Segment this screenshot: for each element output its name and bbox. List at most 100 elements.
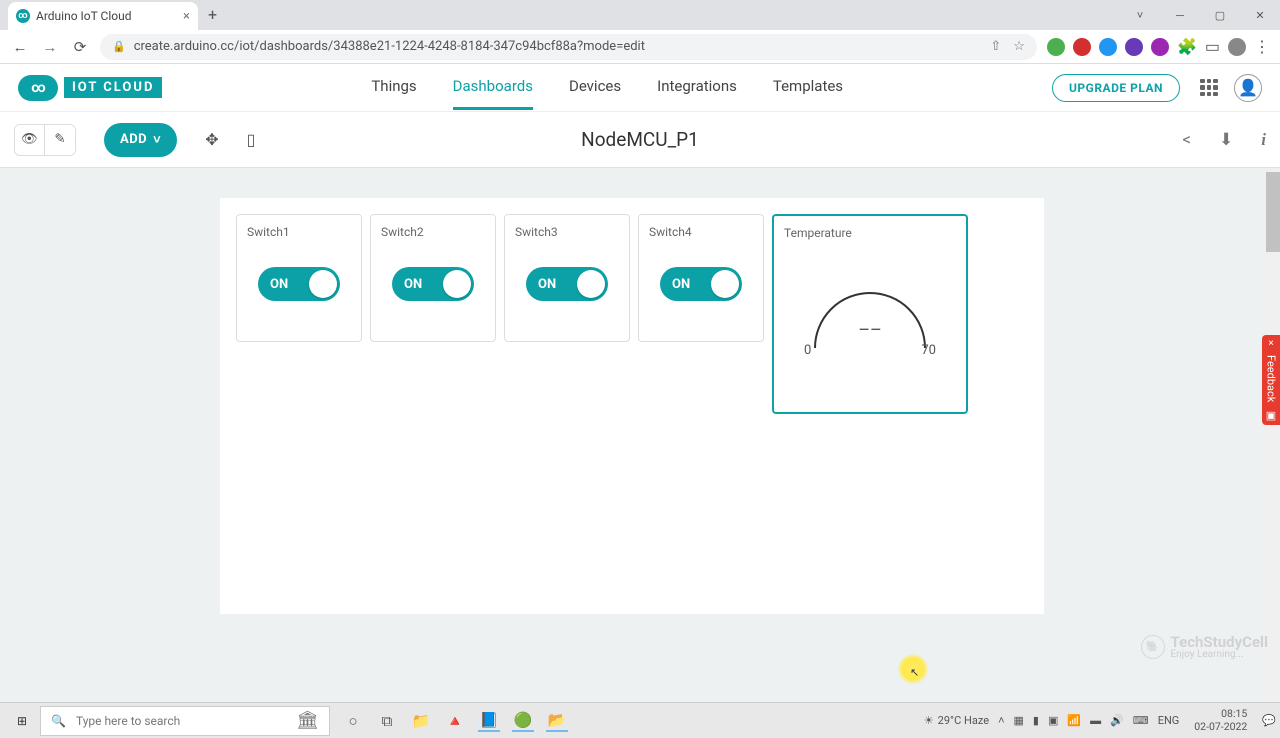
wifi-icon[interactable]: 📶 xyxy=(1067,714,1081,727)
share-icon[interactable]: ⇧ xyxy=(990,39,1001,54)
app-logo[interactable]: ∞ IOT CLOUD xyxy=(18,75,162,101)
weather-widget[interactable]: ☀ 29°C Haze xyxy=(924,714,989,727)
battery-icon[interactable]: ▬ xyxy=(1090,714,1101,727)
view-mode-button[interactable]: 👁 xyxy=(15,125,45,155)
switch-widget[interactable]: Switch4 ON xyxy=(638,214,764,342)
view-mode-toggle: 👁 ✎ xyxy=(14,124,76,156)
reload-button[interactable]: ⟳ xyxy=(70,38,90,56)
add-widget-button[interactable]: ADD ˅ xyxy=(104,123,177,157)
nav-devices[interactable]: Devices xyxy=(569,77,621,110)
browser-tab-strip: ∞ Arduino IoT Cloud × + ˅ ─ ▢ ✕ xyxy=(0,0,1280,30)
tray-icon[interactable]: ▮ xyxy=(1033,714,1039,727)
taskbar-search[interactable]: 🔍 Type here to search 🏛 xyxy=(40,706,330,736)
info-icon[interactable]: i xyxy=(1261,130,1266,150)
extension-icon[interactable] xyxy=(1099,38,1117,56)
nav-templates[interactable]: Templates xyxy=(773,77,843,110)
device-icon[interactable]: ▯ xyxy=(247,130,256,149)
toggle-switch[interactable]: ON xyxy=(526,267,608,301)
widgets-container: Switch1 ON Switch2 ON Switch3 ON Switch4… xyxy=(220,198,1044,614)
temperature-widget[interactable]: Temperature –– 0 70 xyxy=(772,214,968,414)
widget-title: Switch3 xyxy=(515,225,619,239)
nav-dashboards[interactable]: Dashboards xyxy=(453,77,533,110)
extension-icon[interactable] xyxy=(1073,38,1091,56)
volume-icon[interactable]: 🔊 xyxy=(1110,714,1124,727)
feedback-tab[interactable]: Feedback xyxy=(1262,335,1280,425)
switch-widget[interactable]: Switch1 ON xyxy=(236,214,362,342)
widget-title: Switch4 xyxy=(649,225,753,239)
nav-integrations[interactable]: Integrations xyxy=(657,77,737,110)
top-nav: Things Dashboards Devices Integrations T… xyxy=(371,65,843,110)
lock-icon: 🔒 xyxy=(112,40,126,53)
notifications-icon[interactable]: 💬 xyxy=(1262,714,1276,727)
windows-taskbar: ⊞ 🔍 Type here to search 🏛 ○ ⧉ 📁 🔺 📘 🟢 📂 … xyxy=(0,702,1280,738)
forward-button[interactable]: → xyxy=(40,38,60,56)
cortana-icon[interactable]: ○ xyxy=(342,710,364,732)
watermark: 🐘 TechStudyCell Enjoy Learning... xyxy=(1141,633,1269,660)
gauge-max: 70 xyxy=(921,343,936,358)
ime-icon[interactable]: ⌨ xyxy=(1133,714,1149,727)
clock-date: 02-07-2022 xyxy=(1194,721,1247,733)
nav-things[interactable]: Things xyxy=(371,77,416,110)
bookmark-icon[interactable]: ☆ xyxy=(1013,39,1025,54)
switch-widget[interactable]: Switch2 ON xyxy=(370,214,496,342)
gauge-value: –– xyxy=(858,320,882,341)
apps-grid-icon[interactable] xyxy=(1200,79,1218,97)
extension-icon[interactable] xyxy=(1125,38,1143,56)
app-icon[interactable]: 📘 xyxy=(478,710,500,732)
folder-icon[interactable]: 📂 xyxy=(546,710,568,732)
new-tab-button[interactable]: + xyxy=(208,5,217,24)
upgrade-plan-button[interactable]: UPGRADE PLAN xyxy=(1052,74,1180,102)
extension-icon[interactable] xyxy=(1151,38,1169,56)
browser-tab[interactable]: ∞ Arduino IoT Cloud × xyxy=(8,2,198,30)
search-accent-icon: 🏛 xyxy=(296,710,319,731)
profile-avatar[interactable] xyxy=(1228,38,1246,56)
download-icon[interactable]: ⬇ xyxy=(1219,130,1233,150)
share-icon[interactable]: < xyxy=(1182,130,1191,150)
close-window-button[interactable]: ✕ xyxy=(1240,0,1280,30)
watermark-icon: 🐘 xyxy=(1141,635,1165,659)
arduino-logo-icon: ∞ xyxy=(18,75,58,101)
address-bar[interactable]: 🔒 create.arduino.cc/iot/dashboards/34388… xyxy=(100,34,1037,60)
toggle-label: ON xyxy=(404,277,422,292)
toggle-label: ON xyxy=(538,277,556,292)
chrome-icon[interactable]: 🟢 xyxy=(512,710,534,732)
arduino-favicon: ∞ xyxy=(16,9,30,23)
maximize-button[interactable]: ▢ xyxy=(1200,0,1240,30)
toggle-switch[interactable]: ON xyxy=(392,267,474,301)
edit-mode-button[interactable]: ✎ xyxy=(45,125,75,155)
back-button[interactable]: ← xyxy=(10,38,30,56)
close-tab-icon[interactable]: × xyxy=(183,9,190,24)
tray-icon[interactable]: ▣ xyxy=(1048,714,1058,727)
toggle-switch[interactable]: ON xyxy=(258,267,340,301)
vlc-icon[interactable]: 🔺 xyxy=(444,710,466,732)
url-text: create.arduino.cc/iot/dashboards/34388e2… xyxy=(134,39,645,54)
task-view-icon[interactable]: ⧉ xyxy=(376,710,398,732)
extension-icons: 🧩 ▭ ⋮ xyxy=(1047,37,1270,56)
file-explorer-icon[interactable]: 📁 xyxy=(410,710,432,732)
tray-expand-icon[interactable]: ˄ xyxy=(998,714,1004,727)
chevron-down-icon[interactable]: ˅ xyxy=(1120,0,1160,30)
user-avatar[interactable]: 👤 xyxy=(1234,74,1262,102)
toggle-switch[interactable]: ON xyxy=(660,267,742,301)
dashboard-canvas: Switch1 ON Switch2 ON Switch3 ON Switch4… xyxy=(0,168,1280,702)
clock[interactable]: 08:15 02-07-2022 xyxy=(1194,708,1247,732)
vertical-scrollbar[interactable] xyxy=(1266,168,1280,702)
toggle-knob xyxy=(309,270,337,298)
move-icon[interactable]: ✥ xyxy=(205,130,218,149)
search-placeholder: Type here to search xyxy=(76,714,180,728)
switch-widget[interactable]: Switch3 ON xyxy=(504,214,630,342)
extensions-menu-icon[interactable]: 🧩 xyxy=(1177,37,1197,56)
language-indicator[interactable]: ENG xyxy=(1158,714,1180,727)
add-label: ADD xyxy=(120,132,147,147)
start-button[interactable]: ⊞ xyxy=(4,706,40,736)
browser-menu-icon[interactable]: ⋮ xyxy=(1254,37,1270,56)
extension-icon[interactable] xyxy=(1047,38,1065,56)
minimize-button[interactable]: ─ xyxy=(1160,0,1200,30)
reading-list-icon[interactable]: ▭ xyxy=(1205,37,1220,56)
dashboard-title[interactable]: NodeMCU_P1 xyxy=(581,128,699,151)
logo-label: IOT CLOUD xyxy=(64,77,162,98)
tray-icon[interactable]: ▦ xyxy=(1014,714,1024,727)
toggle-label: ON xyxy=(672,277,690,292)
scroll-thumb[interactable] xyxy=(1266,172,1280,252)
clock-time: 08:15 xyxy=(1194,708,1247,720)
